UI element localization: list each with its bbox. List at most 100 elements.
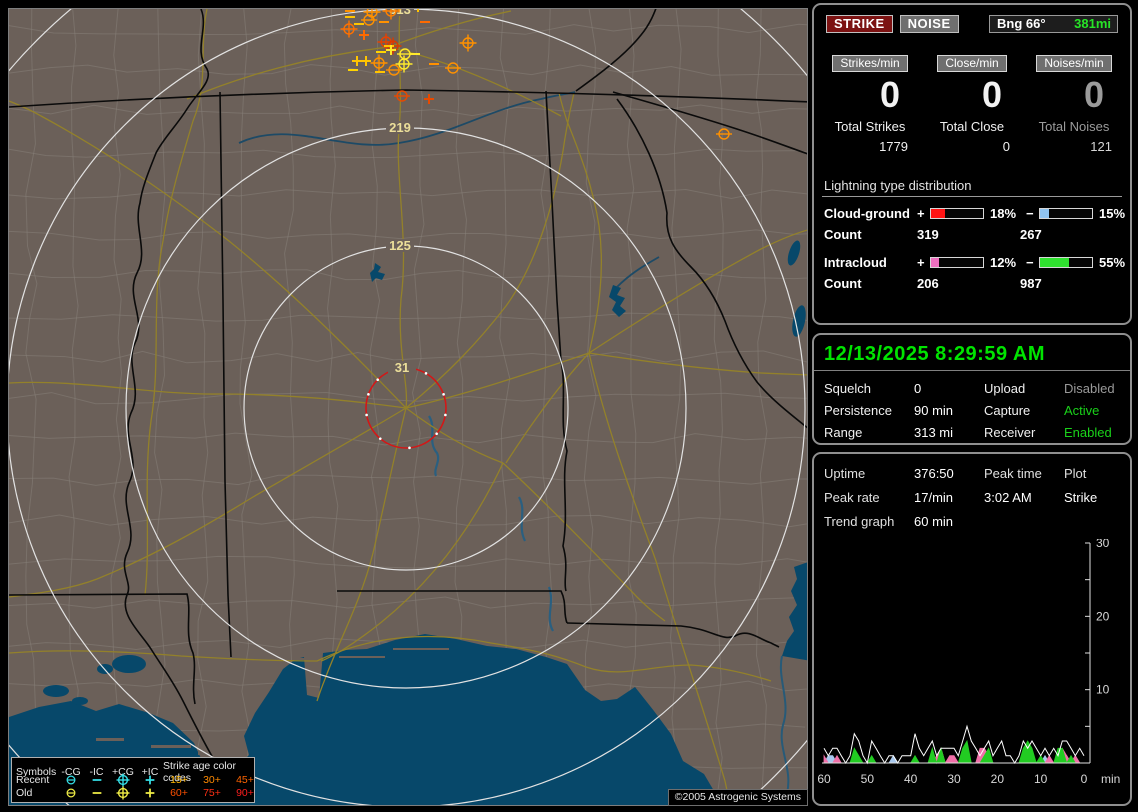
squelch-label: Squelch bbox=[824, 381, 871, 396]
ic-pos-pct: 12% bbox=[990, 255, 1017, 270]
svg-text:20: 20 bbox=[1096, 609, 1110, 623]
map-legend: Symbols -CG -IC +CG +IC Strike age color… bbox=[11, 757, 255, 803]
svg-text:30: 30 bbox=[1096, 539, 1110, 550]
svg-text:60: 60 bbox=[818, 772, 831, 786]
uptime-value: 376:50 bbox=[914, 466, 954, 481]
ic-neg-recent-icon bbox=[84, 774, 109, 786]
peak-rate-label: Peak rate bbox=[824, 490, 880, 505]
minus-sign: − bbox=[1026, 206, 1034, 221]
ic-pos-recent-icon bbox=[137, 774, 163, 786]
app-window: 313 219 125 31 Symbols -CG -IC +CG +IC Stri… bbox=[0, 0, 1138, 812]
age-75-label: 75+ bbox=[203, 787, 221, 799]
age-45-label: 45+ bbox=[236, 774, 254, 786]
bearing-distance: 381mi bbox=[1074, 16, 1111, 31]
cg-neg-count: 267 bbox=[1020, 227, 1042, 242]
capture-label: Capture bbox=[984, 403, 1031, 418]
close-per-min-button[interactable]: Close/min bbox=[937, 55, 1007, 72]
cg-neg-old-icon bbox=[58, 787, 84, 799]
trend-graph: 10 20 30 60 50 40 30 20 10 0 min bbox=[814, 536, 1130, 792]
legend-old-label: Old bbox=[16, 787, 33, 799]
ic-neg-pct: 55% bbox=[1099, 255, 1126, 270]
map-canvas[interactable]: 313 219 125 31 Symbols -CG -IC +CG +IC Stri… bbox=[8, 8, 808, 806]
age-15-label: 15+ bbox=[170, 774, 188, 786]
svg-text:125: 125 bbox=[389, 238, 411, 253]
cg-pos-bar bbox=[930, 208, 984, 219]
minus-sign: − bbox=[1026, 255, 1034, 270]
cg-neg-recent-icon bbox=[58, 774, 84, 786]
age-60-label: 60+ bbox=[170, 787, 188, 799]
svg-text:10: 10 bbox=[1034, 772, 1048, 786]
cg-pos-count: 319 bbox=[917, 227, 939, 242]
trend-graph-value: 60 min bbox=[914, 514, 954, 529]
svg-text:50: 50 bbox=[861, 772, 875, 786]
age-30-label: 30+ bbox=[203, 774, 221, 786]
svg-text:20: 20 bbox=[991, 772, 1005, 786]
close-counter: Close/min 0 Total Close 0 bbox=[924, 55, 1020, 154]
ic-pos-count: 206 bbox=[917, 276, 939, 291]
total-strikes-label: Total Strikes bbox=[834, 119, 906, 134]
datetime-readout: 12/13/2025 8:29:59 AM bbox=[814, 341, 1130, 371]
strike-button[interactable]: STRIKE bbox=[826, 15, 893, 33]
persistence-label: Persistence bbox=[824, 403, 892, 418]
range-label: Range bbox=[824, 425, 863, 440]
squelch-value: 0 bbox=[914, 381, 922, 396]
close-per-min-value: 0 bbox=[981, 74, 1002, 115]
plus-sign: + bbox=[917, 206, 925, 221]
intracloud-row: Intracloud + 12% − 55% bbox=[822, 255, 1125, 270]
ic-pos-old-icon bbox=[137, 787, 163, 799]
svg-text:10: 10 bbox=[1096, 683, 1110, 697]
cg-pos-recent-icon bbox=[109, 773, 137, 787]
svg-text:31: 31 bbox=[395, 360, 409, 375]
total-strikes-value: 1779 bbox=[879, 139, 908, 154]
status-panel: 12/13/2025 8:29:59 AM Squelch 0 Upload D… bbox=[812, 333, 1132, 445]
receiver-label: Receiver bbox=[984, 425, 1036, 440]
total-close-label: Total Close bbox=[939, 119, 1005, 134]
cloud-ground-label: Cloud-ground bbox=[824, 206, 910, 221]
upload-value: Disabled bbox=[1064, 381, 1115, 396]
strikes-per-min-button[interactable]: Strikes/min bbox=[832, 55, 908, 72]
legend-row-recent: Recent 15+ 30+ 45+ bbox=[16, 773, 254, 787]
total-noises-label: Total Noises bbox=[1038, 119, 1110, 134]
cg-neg-pct: 15% bbox=[1099, 206, 1126, 221]
cg-pos-old-icon bbox=[109, 786, 137, 800]
distribution-title: Lightning type distribution bbox=[822, 178, 1122, 197]
total-close-value: 0 bbox=[1002, 139, 1010, 154]
uptime-label: Uptime bbox=[824, 466, 866, 481]
noises-per-min-button[interactable]: Noises/min bbox=[1036, 55, 1112, 72]
intracloud-label: Intracloud bbox=[824, 255, 887, 270]
range-value: 313 mi bbox=[914, 425, 954, 440]
legend-row-old: Old 60+ 75+ 90+ bbox=[16, 786, 254, 800]
persistence-value: 90 min bbox=[914, 403, 954, 418]
cloud-ground-row: Cloud-ground + 18% − 15% bbox=[822, 206, 1125, 221]
bearing-readout: Bng 66° 381mi bbox=[989, 15, 1118, 33]
capture-value: Active bbox=[1064, 403, 1100, 418]
bearing-label: Bng 66° bbox=[997, 16, 1046, 31]
noises-per-min-value: 0 bbox=[1083, 74, 1104, 115]
trend-panel: Uptime 376:50 Peak time Plot Peak rate 1… bbox=[812, 452, 1132, 806]
cloud-ground-count-row: Count 319 267 bbox=[822, 227, 1122, 242]
plus-sign: + bbox=[917, 255, 925, 270]
stats-panel: STRIKE NOISE Bng 66° 381mi Strikes/min 0… bbox=[812, 3, 1132, 325]
svg-text:min: min bbox=[1101, 772, 1120, 786]
noise-button[interactable]: NOISE bbox=[899, 15, 959, 33]
copyright-label: ©2005 Astrogenic Systems bbox=[667, 789, 808, 806]
age-90-label: 90+ bbox=[236, 787, 254, 799]
intracloud-count-row: Count 206 987 bbox=[822, 276, 1122, 291]
upload-label: Upload bbox=[984, 381, 1026, 396]
ic-neg-bar bbox=[1039, 257, 1093, 268]
svg-text:0: 0 bbox=[1081, 772, 1088, 786]
ic-pos-bar bbox=[930, 257, 984, 268]
count-label: Count bbox=[824, 227, 862, 242]
legend-header: Symbols -CG -IC +CG +IC Strike age color… bbox=[16, 760, 250, 784]
plot-value: Strike bbox=[1064, 490, 1098, 505]
legend-recent-label: Recent bbox=[16, 774, 50, 786]
total-noises-value: 121 bbox=[1090, 139, 1112, 154]
map-svg: 31321912531 bbox=[9, 9, 807, 805]
svg-text:219: 219 bbox=[389, 120, 411, 135]
svg-text:40: 40 bbox=[904, 772, 918, 786]
cg-pos-pct: 18% bbox=[990, 206, 1017, 221]
trend-graph-label: Trend graph bbox=[824, 514, 895, 529]
strikes-counter: Strikes/min 0 Total Strikes 1779 bbox=[822, 55, 918, 154]
ic-neg-count: 987 bbox=[1020, 276, 1042, 291]
noises-counter: Noises/min 0 Total Noises 121 bbox=[1026, 55, 1122, 154]
